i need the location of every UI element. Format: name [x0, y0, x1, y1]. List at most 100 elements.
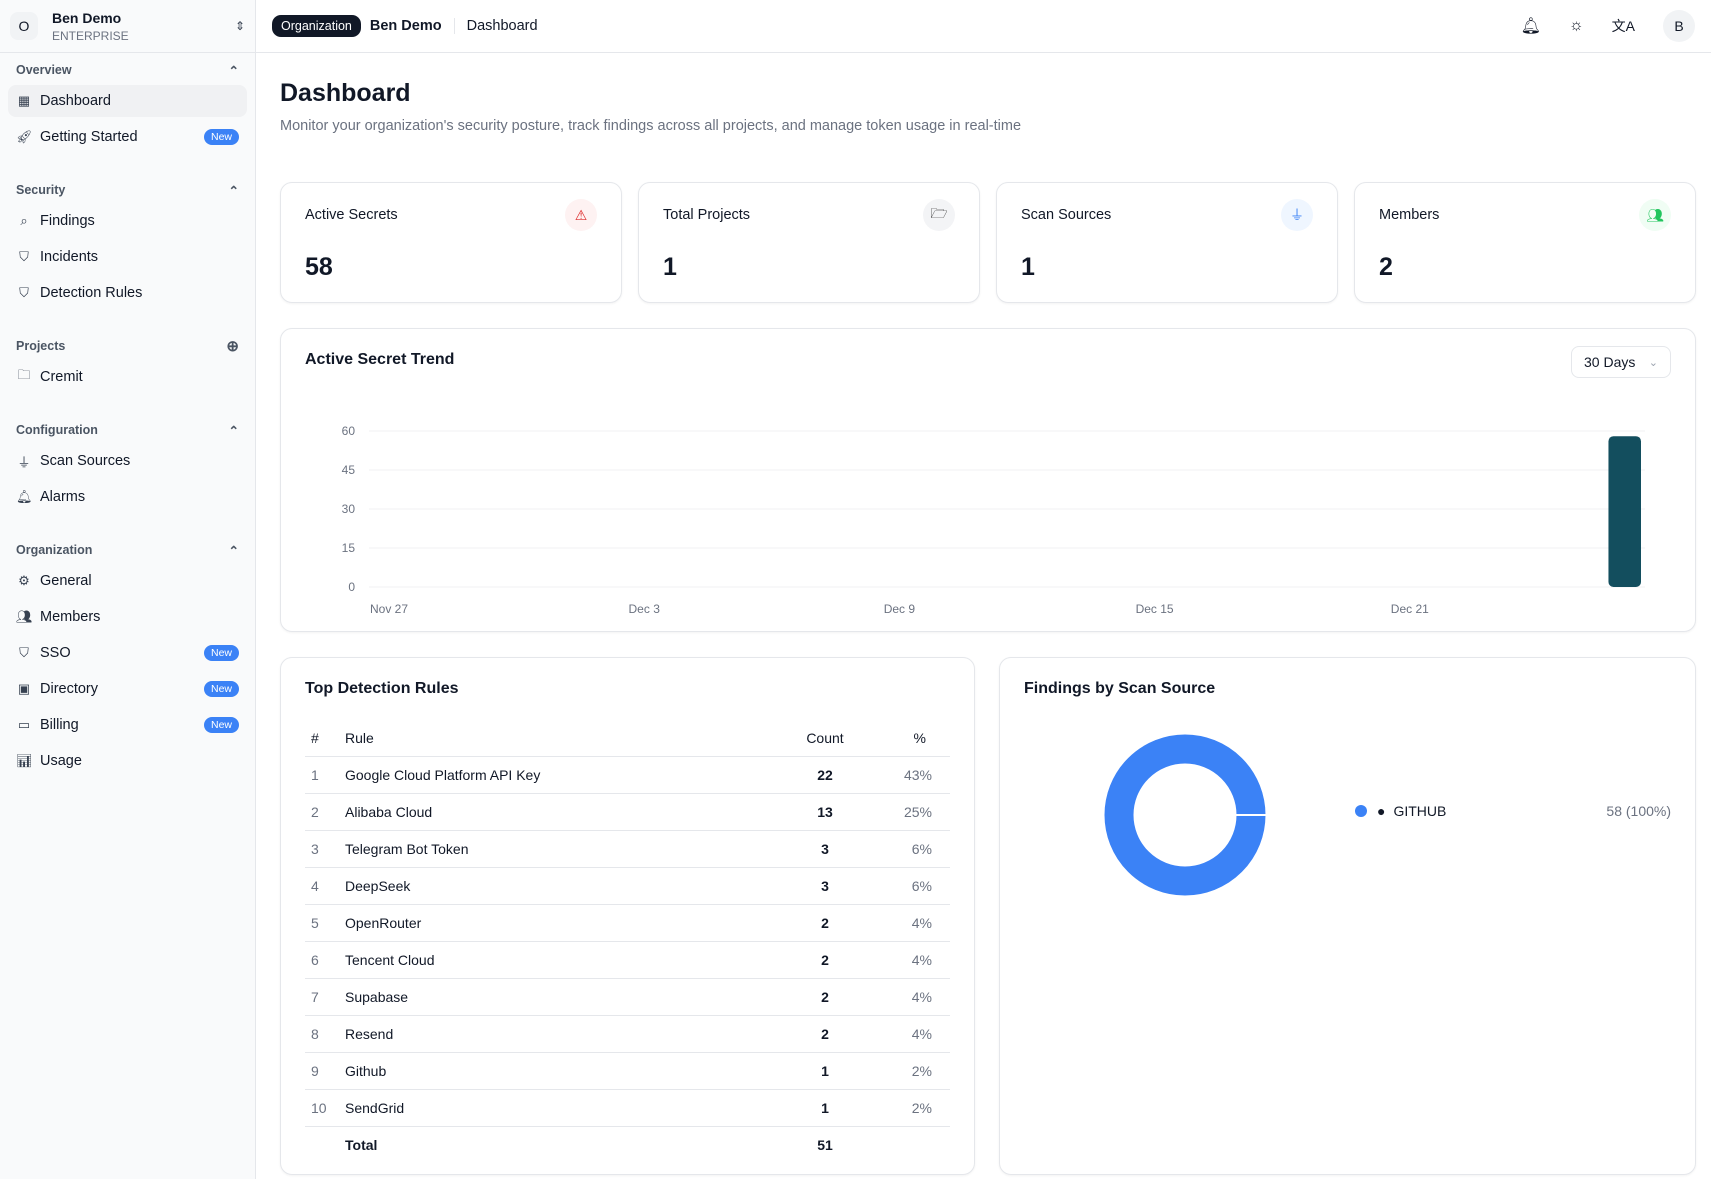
sidebar-item-sso[interactable]: ⛉ SSO New	[8, 637, 247, 669]
bar-chart-icon: 📊︎	[16, 753, 33, 768]
cell-rank: 4	[305, 867, 345, 905]
col-percent: %	[860, 720, 950, 757]
cell-rank: 2	[305, 793, 345, 831]
top-detection-rules-card: Top Detection Rules # Rule Count % 1 Goog…	[280, 657, 975, 1175]
stat-card-active-secrets: Active Secrets 58 ⚠	[280, 182, 622, 303]
stat-value: 2	[1379, 253, 1393, 281]
range-value: 30 Days	[1584, 354, 1636, 370]
chevrons-up-down-icon: ⇕	[234, 19, 245, 33]
item-label: Members	[40, 609, 101, 625]
sidebar-item-usage[interactable]: 📊︎ Usage	[8, 745, 247, 777]
chevron-up-icon: ⌃	[228, 183, 239, 198]
shield-check-icon: ⛉	[19, 645, 29, 660]
cell-count: 1	[790, 1052, 860, 1090]
chevron-up-icon: ⌃	[228, 423, 239, 438]
sidebar-item-members[interactable]: 👥︎ Members	[8, 601, 247, 633]
sidebar-item-findings[interactable]: ⌕ Findings	[8, 205, 247, 237]
section-title: Configuration	[16, 423, 98, 437]
new-badge: New	[203, 129, 239, 145]
cell-rank: 3	[305, 830, 345, 868]
new-badge: New	[203, 717, 239, 733]
item-label: Usage	[40, 753, 82, 769]
cell-rule: Tencent Cloud	[345, 941, 790, 979]
item-label: SSO	[40, 645, 71, 661]
sidebar-item-alarms[interactable]: 🔔︎ Alarms	[8, 481, 247, 513]
stat-label: Scan Sources	[1021, 207, 1112, 223]
cell-count: 22	[790, 756, 860, 794]
sidebar-item-dashboard[interactable]: ▦ Dashboard	[8, 85, 247, 117]
plug-icon: ⏚	[1281, 199, 1313, 231]
sidebar-item-cremit[interactable]: 🗀 Cremit	[8, 361, 247, 393]
translate-icon[interactable]: 文A	[1612, 16, 1635, 36]
legend-value: 58 (100%)	[1606, 803, 1671, 819]
section-configuration[interactable]: Configuration ⌃	[8, 415, 247, 445]
section-overview[interactable]: Overview ⌃	[8, 55, 247, 85]
cell-count: 1	[790, 1089, 860, 1127]
section-organization[interactable]: Organization ⌃	[8, 535, 247, 565]
active-secret-trend-card: Active Secret Trend 30 Days ⌄ 0 15 30 45 60 No…	[280, 328, 1696, 632]
bell-icon[interactable]: 🔔︎	[1521, 16, 1541, 36]
sidebar-item-scan-sources[interactable]: ⏚ Scan Sources	[8, 445, 247, 477]
range-select[interactable]: 30 Days ⌄	[1571, 346, 1671, 378]
table-row: 3 Telegram Bot Token 3 6%	[305, 830, 950, 868]
table-row: 5 OpenRouter 2 4%	[305, 904, 950, 942]
table-row: 8 Resend 2 4%	[305, 1015, 950, 1053]
item-label: Detection Rules	[40, 285, 143, 301]
stat-label: Active Secrets	[305, 207, 398, 223]
y-tick-label: 30	[342, 502, 356, 516]
org-switcher[interactable]: O Ben Demo ENTERPRISE ⇕	[0, 0, 255, 53]
y-tick-label: 45	[342, 463, 356, 477]
col-rule: Rule	[345, 720, 790, 757]
sidebar-item-billing[interactable]: ▭ Billing New	[8, 709, 247, 741]
item-label: Getting Started	[40, 129, 138, 145]
cell-percent: 4%	[860, 941, 950, 979]
cell-percent: 6%	[860, 830, 950, 868]
stat-value: 1	[1021, 253, 1035, 281]
total-count: 51	[817, 1136, 833, 1153]
cell-rule: Google Cloud Platform API Key	[345, 756, 790, 794]
stat-value: 1	[663, 253, 677, 281]
add-project-icon[interactable]: ⊕	[226, 337, 239, 355]
cell-rank: 7	[305, 978, 345, 1016]
cell-rule: DeepSeek	[345, 867, 790, 905]
org-pill[interactable]: Organization	[272, 15, 361, 37]
cell-rule: Resend	[345, 1015, 790, 1053]
cell-count: 2	[790, 904, 860, 942]
breadcrumb-org[interactable]: Ben Demo	[370, 18, 442, 34]
new-badge: New	[203, 681, 239, 697]
item-label: Cremit	[40, 369, 83, 385]
sidebar-item-directory[interactable]: ▣ Directory New	[8, 673, 247, 705]
sun-icon[interactable]: ☼	[1569, 17, 1584, 35]
chevron-up-icon: ⌃	[228, 543, 239, 558]
sidebar-item-general[interactable]: ⚙ General	[8, 565, 247, 597]
total-row: Total 51	[305, 1126, 950, 1163]
cell-rule: SendGrid	[345, 1089, 790, 1127]
y-tick-label: 0	[348, 580, 355, 594]
table-row: 1 Google Cloud Platform API Key 22 43%	[305, 756, 950, 794]
x-tick-label: Dec 9	[884, 602, 916, 616]
rocket-icon: 🚀︎	[16, 129, 33, 144]
legend-label: GITHUB	[1393, 803, 1447, 819]
trend-chart: 0 15 30 45 60 Nov 27 Dec 3 Dec 9 Dec 15 Dec 21	[342, 424, 1645, 616]
item-label: Findings	[40, 213, 95, 229]
findings-donut-chart	[1104, 734, 1270, 896]
org-avatar: O	[10, 12, 38, 40]
card-title: Active Secret Trend	[305, 351, 455, 368]
sidebar-item-getting-started[interactable]: 🚀︎ Getting Started New	[8, 121, 247, 153]
search-icon: ⌕	[20, 213, 28, 228]
sidebar-item-detection-rules[interactable]: ⛉ Detection Rules	[8, 277, 247, 309]
folder-open-icon: 🗁	[923, 199, 955, 231]
sidebar-item-incidents[interactable]: ⛉ Incidents	[8, 241, 247, 273]
github-icon: ●	[1377, 803, 1386, 819]
cell-percent: 4%	[860, 1015, 950, 1053]
x-tick-label: Dec 3	[629, 602, 661, 616]
card-title: Top Detection Rules	[305, 680, 459, 697]
section-title: Security	[16, 183, 66, 197]
user-avatar[interactable]: B	[1663, 10, 1695, 42]
plug-icon: ⏚	[17, 454, 31, 470]
col-count: Count	[790, 720, 860, 757]
cell-percent: 2%	[860, 1052, 950, 1090]
section-security[interactable]: Security ⌃	[8, 175, 247, 205]
contact-icon: ▣	[17, 681, 31, 696]
cell-rule: OpenRouter	[345, 904, 790, 942]
